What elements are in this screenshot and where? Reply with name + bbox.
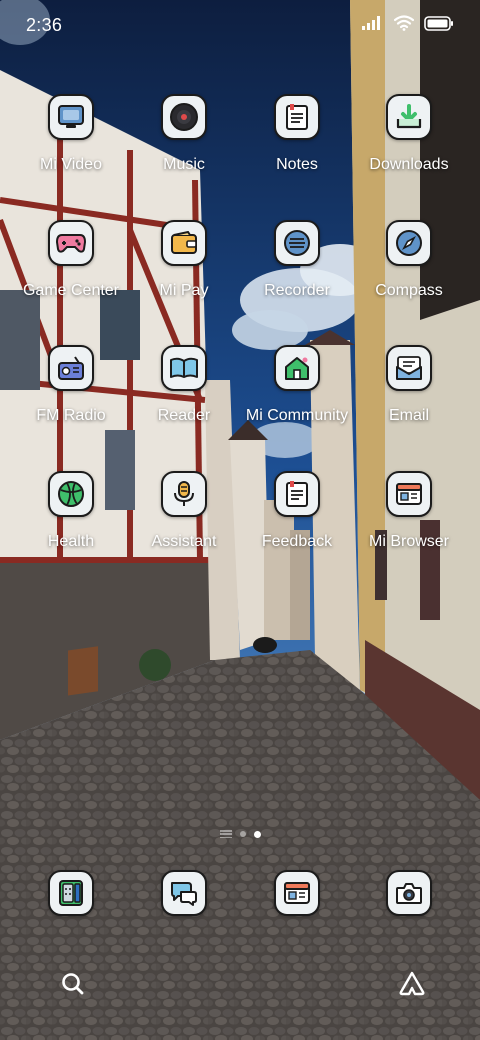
app-game-center[interactable]: Game Center xyxy=(15,220,127,320)
battery-icon xyxy=(424,15,453,31)
clock: 2:36 xyxy=(26,15,63,35)
email-icon xyxy=(386,345,432,391)
wallet-icon xyxy=(161,220,207,266)
music-disc-icon xyxy=(161,94,207,140)
app-compass[interactable]: Compass xyxy=(353,220,465,320)
app-recorder[interactable]: Recorder xyxy=(241,220,353,320)
gamepad-icon xyxy=(48,220,94,266)
ball-icon xyxy=(48,471,94,517)
app-row: FM Radio Reader Mi Community Email xyxy=(0,345,480,455)
browser-icon xyxy=(386,471,432,517)
app-label: Mi Browser xyxy=(368,533,449,550)
dock-app-calculator[interactable] xyxy=(15,870,127,920)
tv-icon xyxy=(48,94,94,140)
app-label: Feedback xyxy=(261,533,333,550)
page-indicator xyxy=(0,830,480,838)
assistant-icon[interactable] xyxy=(398,970,426,998)
calculator-icon xyxy=(48,870,94,916)
dock-app-messaging[interactable] xyxy=(128,870,240,920)
page-dot-active xyxy=(253,830,261,838)
app-label: Email xyxy=(388,407,429,424)
dock-app-browser[interactable] xyxy=(241,870,353,920)
chat-bubbles-icon xyxy=(161,870,207,916)
feedback-icon xyxy=(274,471,320,517)
app-mi-browser[interactable]: Mi Browser xyxy=(353,471,465,571)
page-dot xyxy=(239,831,246,837)
app-assistant[interactable]: Assistant xyxy=(128,471,240,571)
microphone-icon xyxy=(161,471,207,517)
wifi-icon xyxy=(394,15,414,31)
app-music[interactable]: Music xyxy=(128,94,240,194)
radio-icon xyxy=(48,345,94,391)
house-icon xyxy=(274,345,320,391)
app-label: Compass xyxy=(375,282,443,299)
app-label: Game Center xyxy=(22,282,120,299)
app-fm-radio[interactable]: FM Radio xyxy=(15,345,127,445)
app-label: Mi Pay xyxy=(159,282,209,299)
app-label: Recorder xyxy=(264,282,330,299)
app-label: Reader xyxy=(157,407,211,424)
app-label: Health xyxy=(47,533,95,550)
app-label: Downloads xyxy=(369,156,449,173)
recorder-icon xyxy=(274,220,320,266)
app-downloads[interactable]: Downloads xyxy=(353,94,465,194)
compass-icon xyxy=(386,220,432,266)
dock-app-camera[interactable] xyxy=(353,870,465,920)
app-email[interactable]: Email xyxy=(353,345,465,445)
app-label: FM Radio xyxy=(36,407,106,424)
app-mi-community[interactable]: Mi Community xyxy=(241,345,353,445)
app-row: Mi Video Music Notes Downloads xyxy=(0,94,480,204)
book-icon xyxy=(161,345,207,391)
dock xyxy=(0,870,480,920)
browser-icon xyxy=(274,870,320,916)
app-feedback[interactable]: Feedback xyxy=(241,471,353,571)
app-mi-video[interactable]: Mi Video xyxy=(15,94,127,194)
app-notes[interactable]: Notes xyxy=(241,94,353,194)
status-bar: 2:36 xyxy=(0,0,480,52)
app-label: Mi Video xyxy=(40,156,102,173)
search-icon[interactable] xyxy=(60,971,86,997)
app-label: Notes xyxy=(276,156,318,173)
app-mi-pay[interactable]: Mi Pay xyxy=(128,220,240,320)
app-label: Mi Community xyxy=(245,407,349,424)
camera-icon xyxy=(386,870,432,916)
page-indicator-feed xyxy=(219,830,232,838)
app-row: Game Center Mi Pay Recorder Compass xyxy=(0,220,480,330)
app-row: Health Assistant Feedback Mi Browser xyxy=(0,471,480,581)
notes-icon xyxy=(274,94,320,140)
download-tray-icon xyxy=(386,94,432,140)
search-bar[interactable] xyxy=(40,958,440,1010)
status-icons xyxy=(362,15,454,31)
app-health[interactable]: Health xyxy=(15,471,127,571)
signal-icon xyxy=(362,16,380,30)
app-label: Assistant xyxy=(151,533,217,550)
app-reader[interactable]: Reader xyxy=(128,345,240,445)
app-label: Music xyxy=(163,156,205,173)
